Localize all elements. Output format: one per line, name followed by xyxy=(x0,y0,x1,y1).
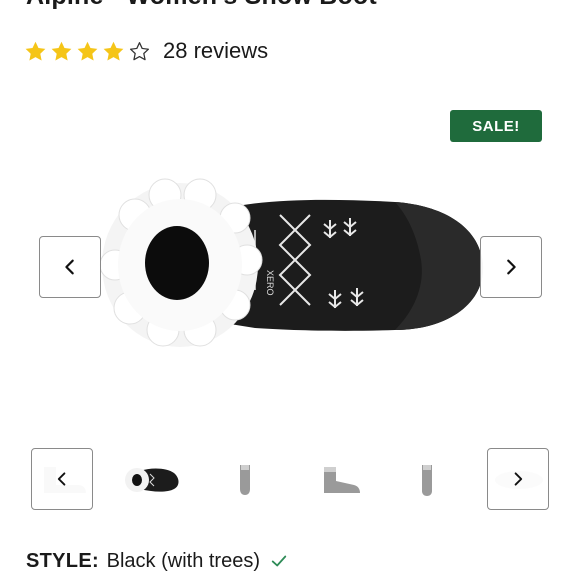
chevron-right-icon xyxy=(507,259,516,275)
star-filled-icon xyxy=(25,41,46,61)
thumbnail[interactable] xyxy=(214,448,276,510)
style-label: STYLE xyxy=(26,549,92,572)
sale-badge: SALE! xyxy=(450,110,542,142)
star-filled-icon xyxy=(51,41,72,61)
chevron-right-icon xyxy=(514,472,523,486)
boot-image: XERO xyxy=(99,178,484,347)
star-empty-icon xyxy=(129,41,150,60)
star-rating xyxy=(24,40,151,63)
thumbnail-next-button[interactable] xyxy=(487,448,549,510)
thumbnail-strip xyxy=(0,448,580,510)
star-filled-icon xyxy=(77,41,98,61)
thumbnail[interactable] xyxy=(396,448,458,510)
reviews-link[interactable]: 28 reviews xyxy=(163,38,268,64)
thumbnail-active[interactable] xyxy=(121,448,183,510)
check-icon xyxy=(271,555,287,567)
thumbnail[interactable] xyxy=(305,448,367,510)
boot-top-thumbnail xyxy=(125,468,179,492)
rating-row[interactable]: 28 reviews xyxy=(24,36,268,66)
style-selector: STYLE : Black (with trees) xyxy=(26,546,288,576)
style-colon: : xyxy=(91,549,99,572)
boot-front-thumbnail xyxy=(240,465,250,495)
style-value: Black (with trees) xyxy=(106,549,260,572)
chevron-left-icon xyxy=(57,472,66,486)
boot-back-thumbnail xyxy=(422,465,432,496)
chevron-left-icon xyxy=(65,259,74,275)
image-prev-button[interactable] xyxy=(39,236,101,298)
star-filled-icon xyxy=(103,41,124,61)
product-main-image[interactable]: XERO xyxy=(95,170,495,360)
thumbnail-prev-button[interactable] xyxy=(31,448,93,510)
product-title: Alpine - Women's Snow Boot xyxy=(26,0,377,11)
boot-angle-thumbnail xyxy=(324,467,360,493)
image-next-button[interactable] xyxy=(480,236,542,298)
svg-text:XERO: XERO xyxy=(265,270,275,296)
